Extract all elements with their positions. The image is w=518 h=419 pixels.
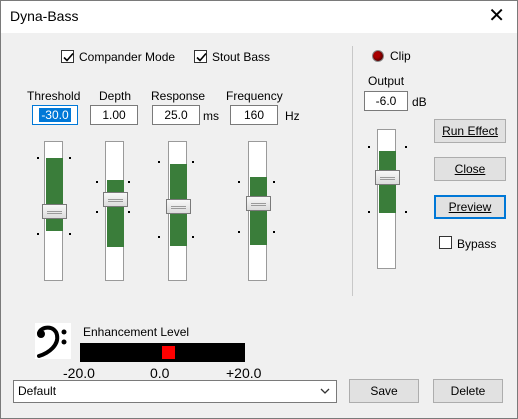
- slider-track: [103, 141, 128, 281]
- slider-tick: [96, 181, 98, 183]
- chevron-down-icon[interactable]: [320, 381, 330, 409]
- threshold-label: Threshold: [27, 89, 81, 103]
- scale-mid-label: 0.0: [150, 365, 170, 381]
- checkmark-icon: [63, 52, 74, 62]
- slider-tick: [405, 211, 407, 213]
- slider-tick: [238, 231, 240, 233]
- response-unit: ms: [203, 109, 219, 123]
- slider-thumb[interactable]: [246, 196, 271, 211]
- preset-selected-value: Default: [18, 384, 57, 398]
- vertical-divider: [352, 46, 353, 296]
- save-button[interactable]: Save: [349, 379, 419, 403]
- close-button[interactable]: Close: [434, 157, 506, 181]
- stout-bass-label: Stout Bass: [212, 50, 271, 64]
- run-effect-button[interactable]: Run Effect: [434, 119, 506, 143]
- delete-button[interactable]: Delete: [433, 379, 503, 403]
- slider-fill: [46, 158, 63, 231]
- bass-clef-icon: [35, 323, 71, 359]
- enhancement-level-label: Enhancement Level: [83, 325, 190, 339]
- frequency-input[interactable]: 160: [230, 105, 278, 125]
- bypass-checkbox[interactable]: [439, 236, 452, 249]
- depth-label: Depth: [99, 89, 132, 103]
- frequency-label: Frequency: [226, 89, 283, 103]
- response-input[interactable]: 25.0: [152, 105, 200, 125]
- slider-thumb[interactable]: [42, 204, 67, 219]
- slider-tick: [37, 233, 39, 235]
- bypass-label: Bypass: [457, 237, 497, 251]
- slider-tick: [69, 157, 71, 159]
- window-title: Dyna-Bass: [10, 8, 79, 24]
- clip-led-icon: [372, 50, 384, 62]
- dyna-bass-window: Dyna-Bass ✕ Compander Mode Stout Bass Th…: [0, 0, 518, 419]
- enhancement-level-meter[interactable]: [80, 343, 245, 362]
- slider-track: [42, 141, 67, 281]
- slider-tick: [192, 236, 194, 238]
- bass-clef-glyph: [37, 325, 67, 358]
- slider-tick: [158, 236, 160, 238]
- output-unit: dB: [412, 95, 427, 109]
- slider-tick: [158, 161, 160, 163]
- slider-tick: [368, 146, 370, 148]
- slider-thumb[interactable]: [103, 192, 128, 207]
- slider-fill: [107, 180, 124, 247]
- clip-label: Clip: [390, 49, 411, 63]
- preview-button[interactable]: Preview: [434, 195, 506, 219]
- slider-tick: [128, 181, 130, 183]
- scale-min-label: -20.0: [63, 365, 95, 381]
- preset-dropdown[interactable]: Default: [13, 380, 337, 403]
- slider-tick: [69, 233, 71, 235]
- slider-tick: [96, 211, 98, 213]
- slider-tick: [37, 157, 39, 159]
- enhancement-level-marker[interactable]: [162, 346, 175, 359]
- output-input[interactable]: -6.0: [364, 91, 408, 111]
- close-icon[interactable]: ✕: [488, 5, 505, 27]
- slider-thumb[interactable]: [166, 199, 191, 214]
- compander-mode-label: Compander Mode: [79, 50, 176, 64]
- slider-fill: [250, 177, 267, 245]
- slider-track: [166, 141, 191, 281]
- slider-tick: [192, 161, 194, 163]
- depth-input[interactable]: 1.00: [90, 105, 138, 125]
- response-label: Response: [151, 89, 206, 103]
- slider-tick: [273, 181, 275, 183]
- threshold-input[interactable]: -30.0: [32, 105, 78, 125]
- stout-bass-checkbox[interactable]: [194, 50, 207, 63]
- output-label: Output: [368, 74, 405, 88]
- slider-tick: [128, 211, 130, 213]
- slider-tick: [368, 211, 370, 213]
- slider-tick: [238, 181, 240, 183]
- frequency-unit: Hz: [285, 109, 300, 123]
- slider-track: [375, 129, 400, 269]
- title-bar: Dyna-Bass ✕: [1, 1, 517, 33]
- slider-track: [246, 141, 271, 281]
- slider-tick: [405, 146, 407, 148]
- slider-thumb[interactable]: [375, 170, 400, 185]
- checkmark-icon: [196, 52, 207, 62]
- slider-tick: [273, 231, 275, 233]
- compander-mode-checkbox[interactable]: [61, 50, 74, 63]
- scale-max-label: +20.0: [226, 365, 262, 381]
